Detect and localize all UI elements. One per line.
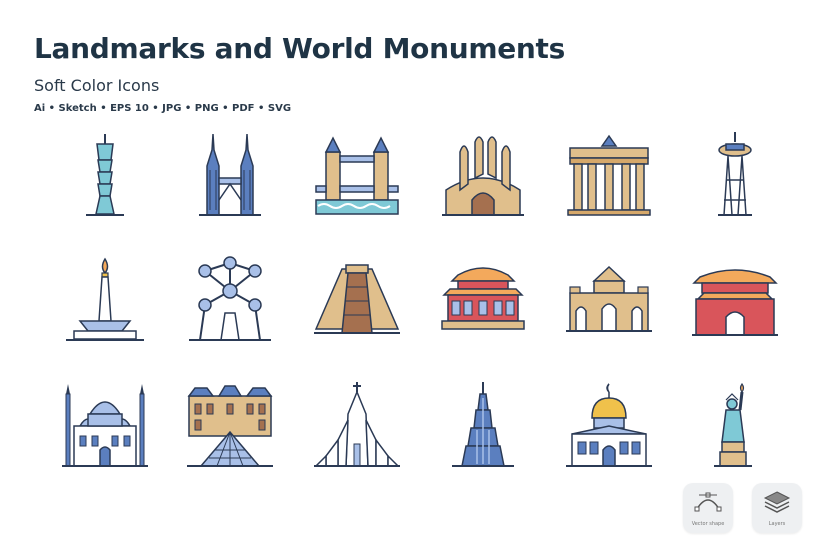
page-title: Landmarks and World Monuments bbox=[34, 32, 565, 65]
statue-of-liberty-icon bbox=[690, 380, 780, 470]
atomium-icon bbox=[185, 255, 275, 345]
tiananmen-icon bbox=[690, 255, 780, 345]
national-monument-icon bbox=[60, 255, 150, 345]
puerta-de-alcala-icon bbox=[564, 255, 654, 345]
dome-of-the-rock-icon bbox=[564, 380, 654, 470]
burj-khalifa-icon bbox=[438, 380, 528, 470]
layers-badge: Layers bbox=[752, 483, 802, 533]
blue-mosque-icon bbox=[60, 380, 150, 470]
louvre-icon bbox=[185, 380, 275, 470]
hallgrimskirkja-icon bbox=[312, 380, 402, 470]
brandenburg-gate-icon bbox=[564, 130, 654, 220]
page-subtitle: Soft Color Icons bbox=[34, 76, 160, 95]
vector-shape-icon bbox=[694, 492, 722, 512]
space-needle-icon bbox=[690, 130, 780, 220]
pyramid-icon bbox=[312, 255, 402, 345]
taipei-101-icon bbox=[60, 130, 150, 220]
vector-shape-badge: Vector shape bbox=[683, 483, 733, 533]
layers-label: Layers bbox=[768, 521, 786, 527]
tower-bridge-icon bbox=[312, 130, 402, 220]
vector-shape-label: Vector shape bbox=[691, 521, 725, 527]
sagrada-familia-icon bbox=[438, 130, 528, 220]
file-formats: Ai • Sketch • EPS 10 • JPG • PNG • PDF •… bbox=[34, 103, 292, 114]
petronas-towers-icon bbox=[185, 130, 275, 220]
layers-icon bbox=[763, 491, 791, 513]
forbidden-city-icon bbox=[438, 255, 528, 345]
